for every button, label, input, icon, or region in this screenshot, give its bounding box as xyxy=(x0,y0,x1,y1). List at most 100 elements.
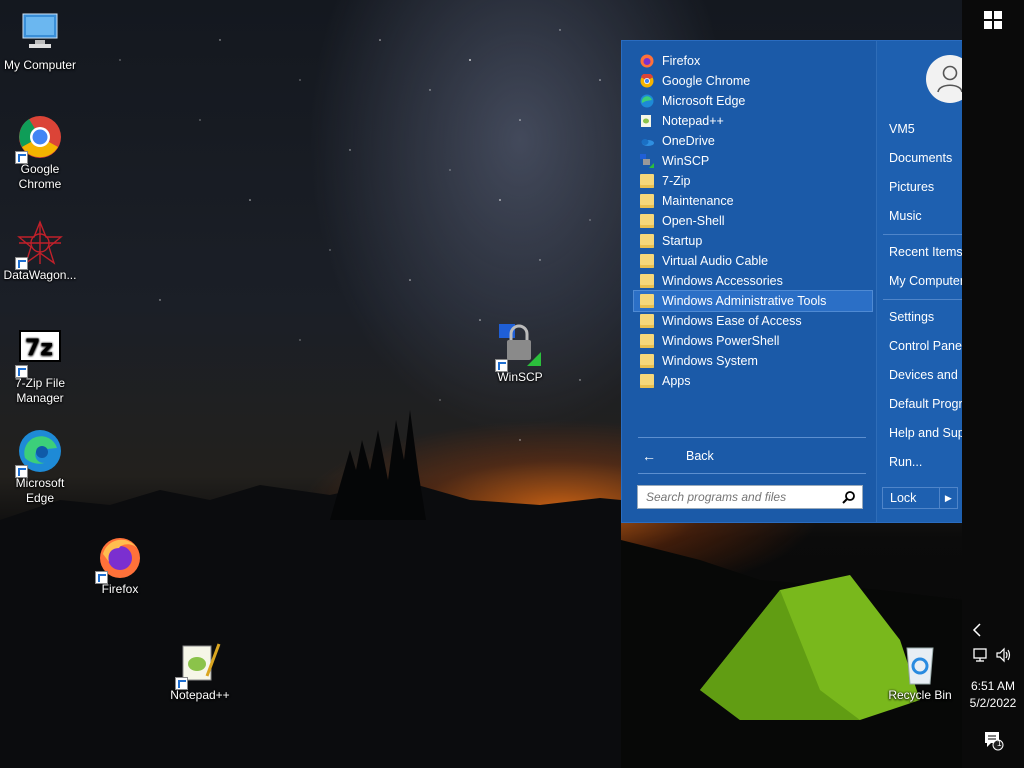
desktop-icon-label: My Computer xyxy=(3,58,77,72)
program-item-notepad[interactable]: Notepad++ xyxy=(634,111,872,131)
desktop-icon-label: WinSCP xyxy=(497,370,543,384)
winscp-icon xyxy=(495,322,543,372)
program-item-windows-ease-of-access[interactable]: Windows Ease of Access xyxy=(634,311,872,331)
program-label: Windows PowerShell xyxy=(662,334,780,348)
program-item-windows-accessories[interactable]: Windows Accessories xyxy=(634,271,872,291)
shortcut-arrow-icon xyxy=(495,359,508,372)
desktop-icon-notepad[interactable]: Notepad++ xyxy=(160,640,240,703)
menu-item-label: Recent Items xyxy=(889,245,963,259)
lock-button[interactable]: Lock ▶ xyxy=(882,487,958,509)
menu-item-label: VM5 xyxy=(889,122,915,136)
program-item-microsoft-edge[interactable]: Microsoft Edge xyxy=(634,91,872,111)
notification-count-badge: 1 xyxy=(997,739,1002,748)
program-label: Google Chrome xyxy=(662,74,751,88)
desktop-icon-label: Recycle Bin xyxy=(888,688,952,702)
program-item-windows-administrative-tools[interactable]: Windows Administrative Tools xyxy=(633,290,873,312)
volume-icon[interactable] xyxy=(995,647,1013,663)
program-item-virtual-audio-cable[interactable]: Virtual Audio Cable xyxy=(634,251,872,271)
program-label: Virtual Audio Cable xyxy=(662,254,769,268)
clock-date: 5/2/2022 xyxy=(969,696,1017,710)
program-item-firefox[interactable]: Firefox xyxy=(634,51,872,71)
program-label: OneDrive xyxy=(662,134,715,148)
divider xyxy=(638,473,866,474)
firefox-icon xyxy=(640,54,654,68)
onedrive-icon xyxy=(640,134,654,148)
chevron-left-icon xyxy=(972,623,981,637)
folder-icon xyxy=(640,214,654,228)
show-hidden-icons-button[interactable] xyxy=(962,620,1024,640)
program-label: Windows System xyxy=(662,354,758,368)
program-item-winscp[interactable]: WinSCP xyxy=(634,151,872,171)
desktop-icon-label: Microsoft Edge xyxy=(15,476,65,505)
action-center-button[interactable]: 1 xyxy=(962,728,1024,752)
back-label: Back xyxy=(686,449,714,463)
folder-icon xyxy=(640,174,654,188)
search-box[interactable] xyxy=(637,485,863,509)
desktop-icon-7zip[interactable]: 7z 7-Zip File Manager xyxy=(0,328,80,406)
program-item-windows-system[interactable]: Windows System xyxy=(634,351,872,371)
program-item-maintenance[interactable]: Maintenance xyxy=(634,191,872,211)
firefox-icon xyxy=(95,534,143,584)
desktop-icon-my-computer[interactable]: My Computer xyxy=(0,10,80,73)
folder-icon xyxy=(640,194,654,208)
menu-item-label: Music xyxy=(889,209,922,223)
chevron-right-icon[interactable]: ▶ xyxy=(938,488,957,508)
folder-icon xyxy=(640,334,654,348)
folder-icon xyxy=(640,294,654,308)
taskbar: 6:51 AM 5/2/2022 1 xyxy=(962,0,1024,768)
program-item-onedrive[interactable]: OneDrive xyxy=(634,131,872,151)
program-label: Firefox xyxy=(662,54,701,68)
program-item-apps[interactable]: Apps xyxy=(634,371,872,391)
folder-icon xyxy=(640,254,654,268)
folder-icon xyxy=(640,354,654,368)
program-list: Firefox Google Chrome Microsoft Edge Not… xyxy=(633,51,873,391)
edge-icon xyxy=(15,428,63,478)
desktop-icon-google-chrome[interactable]: Google Chrome xyxy=(0,114,80,192)
notepad-icon xyxy=(175,640,223,690)
7zip-icon: 7z xyxy=(15,328,63,378)
menu-item-label: Settings xyxy=(889,310,935,324)
notepad-icon xyxy=(640,114,654,128)
system-tray xyxy=(962,645,1024,665)
shortcut-arrow-icon xyxy=(175,677,188,690)
desktop-icon-label: Notepad++ xyxy=(170,688,230,702)
program-label: Maintenance xyxy=(662,194,734,208)
shortcut-arrow-icon xyxy=(95,571,108,584)
desktop-icon-microsoft-edge[interactable]: Microsoft Edge xyxy=(0,428,80,506)
clock-time: 6:51 AM xyxy=(970,679,1016,693)
program-item-7zip[interactable]: 7-Zip xyxy=(634,171,872,191)
desktop-icon-winscp[interactable]: WinSCP xyxy=(480,322,560,385)
program-label: Open-Shell xyxy=(662,214,725,228)
shortcut-arrow-icon xyxy=(15,465,28,478)
datawagon-icon xyxy=(15,220,63,270)
menu-item-label: Pictures xyxy=(889,180,935,194)
svg-text:7z: 7z xyxy=(25,336,53,361)
program-label: Windows Ease of Access xyxy=(662,314,802,328)
search-icon[interactable] xyxy=(842,490,856,504)
program-item-google-chrome[interactable]: Google Chrome xyxy=(634,71,872,91)
divider xyxy=(638,437,866,438)
program-item-startup[interactable]: Startup xyxy=(634,231,872,251)
back-button[interactable]: ← Back xyxy=(638,445,866,467)
desktop-icon-datawagon[interactable]: DataWagon... xyxy=(0,220,80,283)
network-icon[interactable] xyxy=(973,647,991,663)
program-item-windows-powershell[interactable]: Windows PowerShell xyxy=(634,331,872,351)
apps-icon xyxy=(640,374,654,388)
program-item-open-shell[interactable]: Open-Shell xyxy=(634,211,872,231)
program-label: Windows Administrative Tools xyxy=(662,294,827,308)
user-icon xyxy=(937,65,963,93)
clock[interactable]: 6:51 AM 5/2/2022 xyxy=(962,678,1024,712)
arrow-left-icon: ← xyxy=(642,448,656,464)
desktop-icon-firefox[interactable]: Firefox xyxy=(80,534,160,597)
program-label: Apps xyxy=(662,374,691,388)
edge-icon xyxy=(640,94,654,108)
search-input[interactable] xyxy=(644,489,838,505)
menu-item-label: Control Panel xyxy=(889,339,965,353)
desktop-icon-recycle-bin[interactable]: Recycle Bin xyxy=(880,640,960,703)
chrome-icon xyxy=(640,73,654,88)
desktop-icon-label: DataWagon... xyxy=(3,268,77,282)
start-button[interactable] xyxy=(962,0,1024,40)
recycle-bin-icon xyxy=(897,640,943,686)
program-label: WinSCP xyxy=(662,154,710,168)
shortcut-arrow-icon xyxy=(15,151,28,164)
